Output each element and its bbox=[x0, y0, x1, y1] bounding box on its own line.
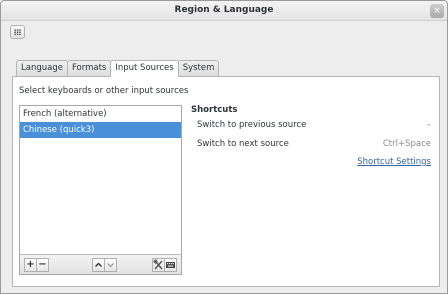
grid-icon bbox=[14, 29, 21, 35]
instruction-label: Select keyboards or other input sources bbox=[19, 86, 189, 96]
window: Region & Language × Language Formats Inp… bbox=[0, 0, 448, 294]
window-title: Region & Language bbox=[174, 5, 274, 15]
shortcut-label: Switch to next source bbox=[197, 139, 289, 149]
shortcut-row-next: Switch to next source Ctrl+Space bbox=[191, 137, 435, 153]
add-remove-group: + − bbox=[24, 258, 49, 272]
shortcut-label: Switch to previous source bbox=[197, 120, 307, 130]
shortcuts-title: Shortcuts bbox=[191, 105, 238, 115]
tab-input-sources[interactable]: Input Sources bbox=[110, 60, 179, 77]
remove-source-button[interactable]: − bbox=[36, 258, 49, 272]
input-sources-panel: Select keyboards or other input sources … bbox=[12, 76, 440, 287]
tab-system[interactable]: System bbox=[177, 60, 220, 76]
settings-group bbox=[152, 258, 177, 272]
tab-formats[interactable]: Formats bbox=[66, 60, 112, 76]
move-down-button[interactable] bbox=[104, 258, 117, 272]
keyboard-icon bbox=[166, 262, 175, 268]
chevron-up-icon bbox=[95, 262, 102, 267]
tab-language[interactable]: Language bbox=[16, 60, 68, 76]
move-group bbox=[92, 258, 117, 272]
chevron-down-icon bbox=[107, 263, 114, 268]
tab-bar: Language Formats Input Sources System bbox=[16, 60, 220, 77]
tools-icon bbox=[153, 259, 163, 270]
list-item[interactable]: French (alternative) bbox=[20, 106, 181, 122]
input-source-list: French (alternative) Chinese (quick3) + … bbox=[19, 105, 182, 275]
keyboard-layout-button[interactable] bbox=[164, 258, 177, 272]
shortcut-settings-link[interactable]: Shortcut Settings bbox=[357, 157, 431, 167]
list-toolbar: + − bbox=[20, 254, 181, 274]
close-button[interactable]: × bbox=[430, 4, 444, 18]
shortcut-row-previous: Switch to previous source – bbox=[191, 118, 435, 134]
titlebar: Region & Language × bbox=[1, 1, 447, 21]
list-item[interactable]: Chinese (quick3) bbox=[20, 122, 181, 138]
shortcut-accel: – bbox=[426, 120, 431, 130]
shortcuts-section: Shortcuts Switch to previous source – Sw… bbox=[191, 105, 435, 153]
shortcut-accel: Ctrl+Space bbox=[382, 139, 431, 149]
app-grid-button[interactable] bbox=[10, 25, 25, 39]
